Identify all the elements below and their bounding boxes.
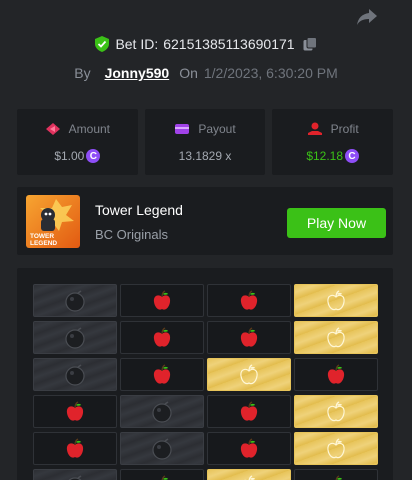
profit-label: Profit	[330, 122, 359, 136]
verified-shield-icon	[95, 36, 110, 52]
apple-outline-icon	[327, 289, 345, 310]
amount-stat: Amount $1.00 C	[17, 109, 138, 175]
apple-icon	[153, 326, 171, 347]
tower-cell	[120, 321, 204, 354]
payout-label: Payout	[198, 122, 236, 136]
tower-legend-logo: TOWER LEGEND	[26, 195, 80, 248]
tower-cell	[207, 321, 291, 354]
tower-cell	[207, 395, 291, 428]
tower-cell	[33, 395, 117, 428]
apple-icon	[331, 474, 342, 480]
apple-icon	[153, 289, 171, 310]
currency-coin-icon: C	[345, 149, 360, 163]
game-provider: BC Originals	[95, 227, 168, 242]
bet-id-value: 62151385113690171	[163, 36, 295, 52]
tower-cell	[207, 358, 291, 391]
tower-cell	[294, 321, 378, 354]
tower-cell	[294, 358, 378, 391]
game-name: Tower Legend	[95, 202, 183, 218]
tower-cell	[207, 469, 291, 480]
tower-cell	[33, 469, 117, 480]
on-label: On	[179, 65, 198, 81]
share-button[interactable]	[356, 8, 378, 26]
profit-hand-icon	[307, 122, 322, 135]
payout-value: 13.1829 x	[178, 149, 232, 163]
share-icon	[357, 9, 377, 25]
tower-board	[17, 268, 393, 480]
apple-outline-icon	[327, 437, 345, 458]
bomb-icon	[65, 363, 85, 386]
profit-stat: Profit $12.18 C	[272, 109, 394, 175]
bomb-icon	[65, 326, 85, 349]
bomb-icon	[152, 400, 172, 423]
game-card: TOWER LEGEND Tower Legend BC Originals P…	[17, 187, 393, 255]
apple-icon	[327, 363, 345, 384]
payout-wallet-icon	[175, 124, 190, 134]
tower-cell	[294, 395, 378, 428]
play-now-button[interactable]: Play Now	[287, 208, 386, 238]
apple-icon	[240, 326, 258, 347]
apple-outline-icon	[242, 474, 256, 480]
apple-outline-icon	[327, 326, 345, 347]
currency-coin-icon: C	[86, 149, 101, 163]
apple-icon	[66, 400, 84, 421]
apple-outline-icon	[240, 363, 258, 384]
game-thumbnail[interactable]: TOWER LEGEND	[26, 195, 80, 248]
tower-cell	[33, 358, 117, 391]
apple-icon	[240, 289, 258, 310]
bet-header: Bet ID: 62151385113690171 By Jonny590 On…	[0, 34, 412, 82]
payout-stat: Payout 13.1829 x	[144, 109, 266, 175]
tower-cell	[33, 284, 117, 317]
username-link[interactable]: Jonny590	[105, 65, 170, 81]
amount-icon	[45, 123, 60, 135]
tower-cell	[294, 469, 378, 480]
svg-text:LEGEND: LEGEND	[30, 240, 57, 247]
apple-icon	[66, 437, 84, 458]
by-label: By	[74, 65, 91, 81]
bet-meta-row: By Jonny590 On 1/2/2023, 6:30:20 PM	[0, 64, 412, 82]
bet-id-row: Bet ID: 62151385113690171	[0, 34, 412, 54]
tower-cell	[120, 469, 204, 480]
bomb-icon	[67, 474, 83, 480]
bomb-icon	[65, 289, 85, 312]
amount-value: $1.00	[54, 149, 85, 163]
tower-cell	[120, 358, 204, 391]
amount-label: Amount	[68, 122, 111, 136]
bet-date: 1/2/2023, 6:30:20 PM	[203, 65, 338, 81]
apple-icon	[240, 437, 258, 458]
tower-cell	[120, 395, 204, 428]
tower-cell	[33, 321, 117, 354]
apple-outline-icon	[327, 400, 345, 421]
tower-cell	[120, 432, 204, 465]
apple-icon	[157, 474, 168, 480]
tower-cell	[207, 284, 291, 317]
apple-icon	[153, 363, 171, 384]
apple-icon	[240, 400, 258, 421]
tower-cell	[294, 432, 378, 465]
svg-text:TOWER: TOWER	[30, 233, 54, 240]
copy-icon[interactable]	[303, 37, 317, 51]
profit-value: $12.18	[306, 149, 344, 163]
tower-cell	[120, 284, 204, 317]
tower-grid	[33, 284, 378, 480]
bomb-icon	[152, 437, 172, 460]
tower-cell	[207, 432, 291, 465]
bet-id-label: Bet ID:	[115, 36, 159, 52]
tower-cell	[33, 432, 117, 465]
tower-cell	[294, 284, 378, 317]
bet-stats: Amount $1.00 C Payout 13.1829 x Profit $…	[17, 109, 394, 175]
